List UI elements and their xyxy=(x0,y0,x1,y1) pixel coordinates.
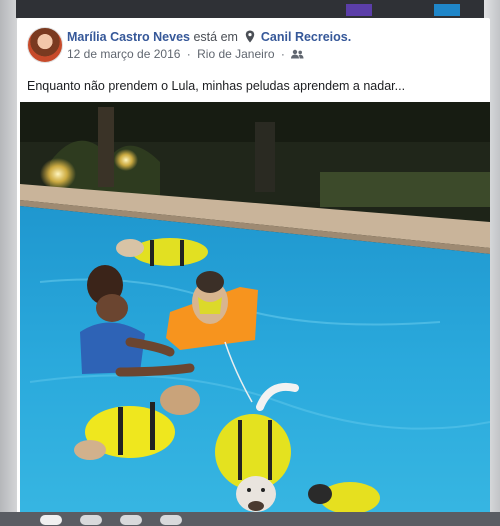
taskbar-app-icon[interactable] xyxy=(40,515,62,525)
taskbar-app-icon[interactable] xyxy=(160,515,182,525)
meta-separator: · xyxy=(186,47,191,61)
post-verb: está em xyxy=(193,30,238,44)
map-pin-icon xyxy=(245,30,255,43)
browser-top-strip xyxy=(16,0,484,18)
pool-photo-illustration xyxy=(20,102,490,518)
post-location-link[interactable]: Rio de Janeiro xyxy=(197,47,274,61)
avatar[interactable] xyxy=(27,27,63,63)
meta-separator: · xyxy=(280,47,285,61)
post-header-line: Marília Castro Neves está em Canil Recre… xyxy=(67,30,351,44)
taskbar-app-icon[interactable] xyxy=(120,515,142,525)
post-photo[interactable] xyxy=(20,102,490,518)
post-date-link[interactable]: 12 de março de 2016 xyxy=(67,47,180,61)
friends-icon[interactable] xyxy=(291,48,304,59)
taskbar-app-icon[interactable] xyxy=(80,515,102,525)
taskbar xyxy=(0,512,500,526)
place-link[interactable]: Canil Recreios. xyxy=(261,30,351,44)
post-meta: 12 de março de 2016 · Rio de Janeiro · xyxy=(67,47,304,61)
author-name-link[interactable]: Marília Castro Neves xyxy=(67,30,190,44)
post-text: Enquanto não prendem o Lula, minhas pelu… xyxy=(27,79,406,93)
post-card: Marília Castro Neves está em Canil Recre… xyxy=(17,18,490,518)
post-header: Marília Castro Neves está em Canil Recre… xyxy=(17,18,490,108)
